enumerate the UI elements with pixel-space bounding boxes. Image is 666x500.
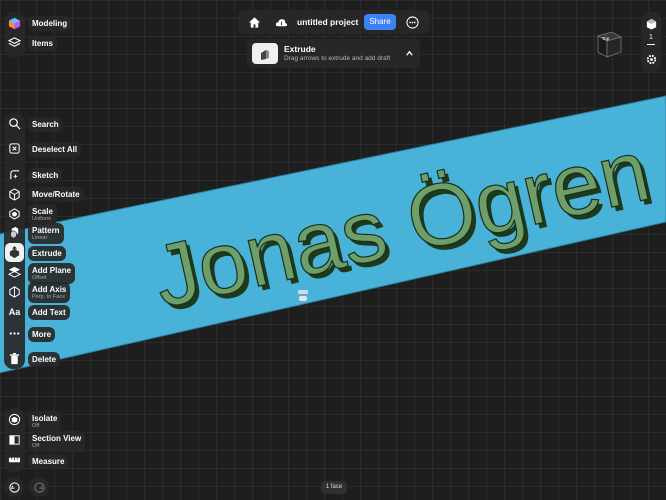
trash-icon bbox=[9, 352, 20, 365]
isolate-tool[interactable] bbox=[5, 410, 24, 429]
redo-button[interactable] bbox=[29, 477, 49, 497]
more-options-button[interactable] bbox=[403, 13, 422, 32]
add-axis-label-text: Add Axis bbox=[32, 285, 67, 294]
add-plane-label[interactable]: Add Plane Offset bbox=[28, 263, 76, 284]
scale-icon bbox=[9, 208, 20, 220]
sketch-label[interactable]: Sketch bbox=[28, 168, 63, 183]
add-text-tool[interactable]: Aa bbox=[5, 302, 24, 321]
pattern-label[interactable]: Pattern Linear bbox=[28, 223, 64, 244]
scale-label[interactable]: Scale Uniform bbox=[28, 204, 57, 225]
project-title[interactable]: untitled project bbox=[297, 17, 358, 27]
text-aa-icon: Aa bbox=[8, 306, 21, 317]
more-label[interactable]: More bbox=[28, 327, 56, 342]
bodies-icon bbox=[646, 18, 656, 30]
extrude-icon bbox=[9, 246, 20, 259]
extrude-preview-icon bbox=[261, 49, 269, 60]
redo-icon bbox=[33, 481, 45, 493]
pattern-tool[interactable] bbox=[5, 223, 24, 242]
count-divider bbox=[647, 44, 655, 45]
move-rotate-icon bbox=[9, 188, 20, 201]
top-bar: untitled project Share bbox=[238, 10, 430, 34]
bodies-button[interactable] bbox=[642, 14, 660, 32]
section-view-state: Off bbox=[32, 443, 40, 449]
more-dots-icon bbox=[9, 332, 20, 335]
items-label[interactable]: Items bbox=[28, 36, 57, 51]
chevron-up-icon[interactable] bbox=[405, 49, 414, 58]
sketch-icon bbox=[10, 170, 20, 180]
extrude-tool[interactable] bbox=[5, 243, 24, 262]
add-plane-label-text: Add Plane bbox=[32, 266, 72, 275]
add-plane-icon bbox=[8, 266, 21, 278]
search-tool[interactable] bbox=[5, 114, 24, 133]
hint-title: Extrude bbox=[284, 44, 316, 54]
section-view-label-text: Section View bbox=[32, 434, 82, 443]
measure-label[interactable]: Measure bbox=[28, 454, 69, 469]
add-plane-mode: Offset bbox=[32, 275, 47, 281]
view-cube[interactable]: Top bbox=[594, 30, 624, 60]
selection-status-chip: 1 face bbox=[321, 481, 347, 494]
more-tool[interactable] bbox=[5, 324, 24, 343]
add-axis-icon bbox=[9, 286, 20, 298]
add-axis-tool[interactable] bbox=[5, 282, 24, 301]
cloud-icon bbox=[275, 19, 288, 27]
delete-tool[interactable] bbox=[5, 349, 24, 368]
pattern-icon bbox=[10, 226, 19, 239]
items-button[interactable] bbox=[5, 33, 24, 52]
model-viewport[interactable]: Jonas Ögren Jonas Ögren bbox=[0, 0, 666, 500]
ruler-icon bbox=[8, 457, 21, 463]
scale-mode: Uniform bbox=[32, 216, 52, 222]
isolate-state: Off bbox=[32, 423, 40, 429]
deselect-x-icon bbox=[9, 143, 20, 154]
delete-label[interactable]: Delete bbox=[28, 352, 61, 367]
undo-icon bbox=[8, 481, 20, 493]
layers-icon bbox=[8, 37, 21, 47]
hint-description: Drag arrows to extrude and add draft bbox=[284, 55, 391, 62]
isolate-label[interactable]: Isolate Off bbox=[28, 411, 62, 432]
isolate-label-text: Isolate bbox=[32, 414, 58, 423]
pattern-mode: Linear bbox=[32, 235, 48, 241]
pattern-label-text: Pattern bbox=[32, 226, 60, 235]
gear-icon bbox=[646, 54, 656, 64]
extrude-hint-card[interactable]: Extrude Drag arrows to extrude and add d… bbox=[247, 39, 420, 68]
extrude-label[interactable]: Extrude bbox=[28, 246, 66, 261]
add-axis-mode: Perp. to Face bbox=[32, 294, 66, 300]
add-plane-tool[interactable] bbox=[5, 262, 24, 281]
selection-count: 1 bbox=[649, 34, 653, 41]
share-button[interactable]: Share bbox=[364, 14, 396, 30]
section-view-icon bbox=[9, 435, 20, 445]
undo-button[interactable] bbox=[4, 477, 24, 497]
section-view-tool[interactable] bbox=[5, 430, 24, 449]
scale-label-text: Scale bbox=[32, 207, 53, 216]
move-rotate-tool[interactable] bbox=[5, 185, 24, 204]
isolate-icon bbox=[8, 413, 21, 426]
home-button[interactable] bbox=[245, 13, 264, 32]
move-rotate-label[interactable]: Move/Rotate bbox=[28, 187, 84, 202]
deselect-all-label[interactable]: Deselect All bbox=[28, 142, 82, 157]
view-cube-face-label: Top bbox=[602, 36, 610, 41]
extrude-preview-thumbnail bbox=[252, 43, 278, 64]
modeling-label[interactable]: Modeling bbox=[28, 16, 72, 31]
view-settings-button[interactable] bbox=[642, 50, 660, 68]
measure-tool[interactable] bbox=[5, 450, 24, 469]
cloud-sync-button[interactable] bbox=[272, 13, 291, 32]
modeling-workspace-button[interactable] bbox=[5, 14, 24, 33]
scale-tool[interactable] bbox=[5, 204, 24, 223]
ellipsis-circle-icon bbox=[406, 16, 419, 29]
section-view-label[interactable]: Section View Off bbox=[28, 431, 86, 452]
sketch-tool[interactable] bbox=[5, 165, 24, 184]
search-icon bbox=[9, 118, 21, 130]
add-axis-label[interactable]: Add Axis Perp. to Face bbox=[28, 282, 71, 303]
right-rail: 1 bbox=[641, 12, 661, 72]
modeling-cube-icon bbox=[8, 17, 21, 30]
deselect-all-tool[interactable] bbox=[5, 139, 24, 158]
home-icon bbox=[248, 17, 261, 28]
search-label[interactable]: Search bbox=[28, 117, 63, 132]
add-text-label[interactable]: Add Text bbox=[28, 305, 70, 320]
